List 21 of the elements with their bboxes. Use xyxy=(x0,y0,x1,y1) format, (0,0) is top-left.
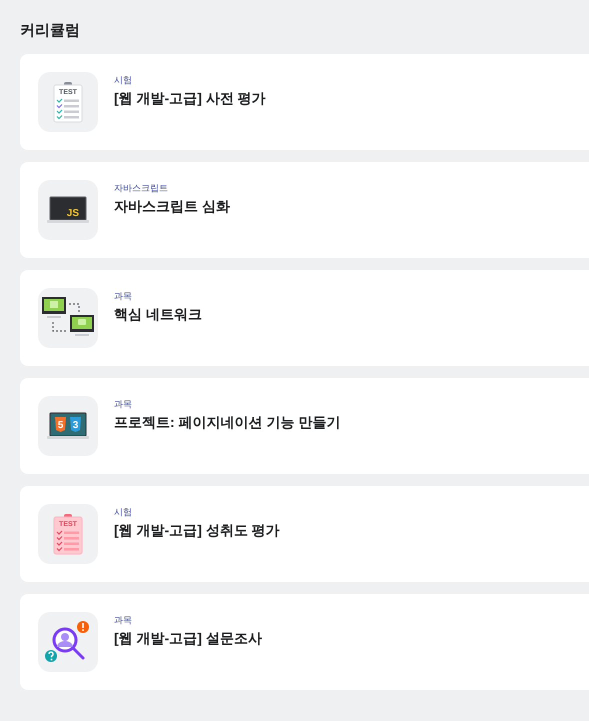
course-title: 자바스크립트 심화 xyxy=(114,197,230,216)
course-category: 과목 xyxy=(114,398,133,410)
icon-label: 5 xyxy=(58,420,64,431)
icon-label: 3 xyxy=(72,420,78,431)
course-title: 핵심 네트워크 xyxy=(114,305,202,324)
course-card[interactable]: 과목 핵심 네트워크 xyxy=(20,270,589,366)
course-card[interactable]: 5 3 과목 프로젝트: 페이지네이션 기능 만들기 xyxy=(20,378,589,474)
course-title: [웹 개발-고급] 성취도 평가 xyxy=(114,521,280,540)
course-title: [웹 개발-고급] 사전 평가 xyxy=(114,89,266,108)
course-card[interactable]: 과목 [웹 개발-고급] 설문조사 xyxy=(20,594,589,690)
course-category: 시험 xyxy=(114,506,133,518)
course-title: [웹 개발-고급] 설문조사 xyxy=(114,629,262,648)
course-title: 프로젝트: 페이지네이션 기능 만들기 xyxy=(114,413,340,432)
course-category: 자바스크립트 xyxy=(114,182,169,194)
icon-label: JS xyxy=(66,208,79,219)
section-heading: 커리큘럼 xyxy=(20,21,81,41)
course-category: 시험 xyxy=(114,74,133,86)
course-category: 과목 xyxy=(114,290,133,302)
course-card[interactable]: JS 자바스크립트 자바스크립트 심화 xyxy=(20,162,589,258)
course-category: 과목 xyxy=(114,614,133,626)
magnifier-person-icon xyxy=(45,620,91,664)
